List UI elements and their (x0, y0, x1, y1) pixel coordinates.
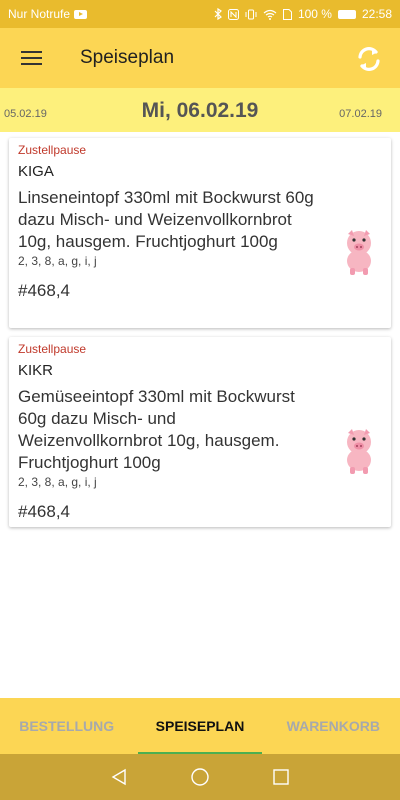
delivery-pause-note: Zustellpause (18, 143, 87, 157)
hamburger-menu-icon[interactable] (0, 28, 62, 88)
vibrate-icon (245, 9, 257, 19)
battery-icon (337, 9, 356, 19)
youtube-icon (74, 9, 88, 19)
wifi-icon (263, 9, 277, 20)
date-bar: 05.02.19 Mi, 06.02.19 07.02.19 (0, 88, 400, 132)
meal-description: Gemüseeintopf 330ml mit Bockwurst 60g da… (18, 387, 295, 472)
item-number: #468,4 (18, 281, 70, 300)
item-number: #468,4 (18, 502, 70, 521)
sim-icon (282, 8, 292, 20)
tab-speiseplan[interactable]: SPEISEPLAN (133, 698, 266, 754)
sync-icon[interactable] (352, 42, 386, 76)
home-icon[interactable] (190, 767, 210, 787)
carrier-label: Nur Notrufe (8, 7, 71, 21)
nfc-icon (227, 8, 239, 20)
menu-item-card[interactable]: Zustellpause KIKR Gemüseeintopf 330ml mi… (9, 337, 391, 527)
tab-bestellung[interactable]: BESTELLUNG (0, 698, 133, 754)
next-date-link[interactable]: 07.02.19 (339, 108, 382, 120)
pig-icon (347, 429, 371, 474)
allergen-codes: 2, 3, 8, a, g, i, j (18, 254, 97, 268)
status-bar: Nur Notrufe 100 % 22:58 (0, 0, 400, 28)
page-title: Speiseplan (80, 47, 175, 68)
system-nav-bar (0, 754, 400, 800)
back-icon[interactable] (110, 768, 128, 786)
delivery-pause-note: Zustellpause (18, 342, 87, 356)
bluetooth-icon (214, 8, 222, 20)
allergen-codes: 2, 3, 8, a, g, i, j (18, 475, 97, 489)
menu-item-card[interactable]: Zustellpause KIGA Linseneintopf 330ml mi… (9, 138, 391, 328)
battery-percent: 100 % (297, 7, 332, 21)
clock: 22:58 (361, 7, 392, 21)
app-bar: Speiseplan (0, 28, 400, 88)
group-label: KIGA (18, 163, 54, 180)
pig-icon (347, 230, 371, 275)
tab-warenkorb[interactable]: WARENKORB (267, 698, 400, 754)
group-label: KIKR (18, 362, 54, 379)
recents-icon[interactable] (272, 768, 290, 786)
bottom-nav: BESTELLUNG SPEISEPLAN WARENKORB (0, 698, 400, 754)
meal-description: Linseneintopf 330ml mit Bockwurst 60g da… (18, 188, 314, 251)
